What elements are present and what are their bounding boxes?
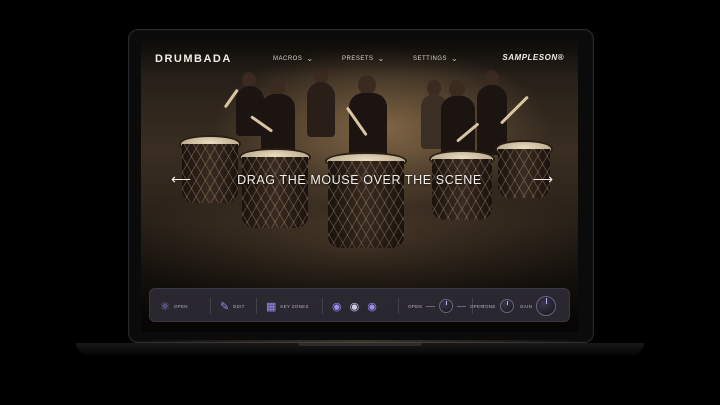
- nav-presets[interactable]: PRESETS ⌄: [342, 55, 385, 63]
- divider: [210, 298, 211, 314]
- nav-macros[interactable]: MACROS ⌄: [273, 55, 314, 63]
- tone-control[interactable]: TONE: [482, 289, 514, 323]
- group-icon: ⚛: [160, 300, 170, 313]
- ensemble-label: OPEN: [173, 303, 188, 309]
- divider: [256, 298, 257, 314]
- envelope-knob[interactable]: [438, 299, 453, 313]
- nav-settings-label: SETTINGS: [413, 56, 448, 62]
- chevron-down-icon: ⌄: [451, 54, 459, 63]
- nav-macros-label: MACROS: [273, 56, 303, 62]
- arrow-right-icon: ⟶: [533, 171, 554, 187]
- control-bar: ⚛ OPEN ✎ EDIT ▦ KEY ZONES ◉ ◉ ◉ OPEN OPE…: [149, 288, 570, 322]
- nav-settings[interactable]: SETTINGS ⌄: [413, 55, 458, 63]
- laptop-base-notch: [298, 343, 422, 346]
- app-screen[interactable]: DRUMBADA MACROS ⌄ PRESETS ⌄ SETTINGS ⌄ S…: [141, 40, 578, 332]
- drum-5[interactable]: [495, 140, 553, 198]
- drum-2[interactable]: [239, 148, 311, 228]
- drum-icon[interactable]: ◉: [350, 300, 360, 313]
- chevron-down-icon: ⌄: [377, 54, 385, 63]
- drum-icon[interactable]: ◉: [332, 300, 342, 313]
- gain-label: GAIN: [520, 303, 533, 309]
- divider: [398, 298, 399, 314]
- tone-knob[interactable]: [499, 299, 514, 313]
- brand-logo: SAMPLESON®: [502, 53, 564, 62]
- keymap-label: KEY ZONES: [280, 303, 309, 309]
- gain-control[interactable]: GAIN: [520, 289, 557, 323]
- ensemble-button[interactable]: ⚛ OPEN: [160, 289, 188, 323]
- drum-icon[interactable]: ◉: [367, 300, 377, 313]
- drum-1[interactable]: [179, 135, 241, 203]
- keymap-button[interactable]: ▦ KEY ZONES: [266, 289, 309, 323]
- pencil-icon: ✎: [220, 300, 230, 313]
- nav-presets-label: PRESETS: [342, 56, 374, 62]
- gain-knob[interactable]: [536, 296, 557, 316]
- edit-button[interactable]: ✎ EDIT: [220, 289, 245, 323]
- attack-label: OPEN: [408, 303, 422, 309]
- top-bar: DRUMBADA MACROS ⌄ PRESETS ⌄ SETTINGS ⌄ S…: [141, 40, 578, 76]
- drum-select-group: ◉ ◉ ◉: [332, 289, 377, 323]
- edit-label: EDIT: [233, 303, 245, 309]
- app-logo: DRUMBADA: [155, 53, 232, 65]
- chevron-down-icon: ⌄: [306, 54, 314, 63]
- keymap-icon: ▦: [266, 300, 277, 313]
- scene-instruction: DRAG THE MOUSE OVER THE SCENE: [237, 173, 482, 187]
- divider: [472, 298, 473, 314]
- tone-label: TONE: [482, 303, 496, 309]
- divider: [322, 298, 323, 314]
